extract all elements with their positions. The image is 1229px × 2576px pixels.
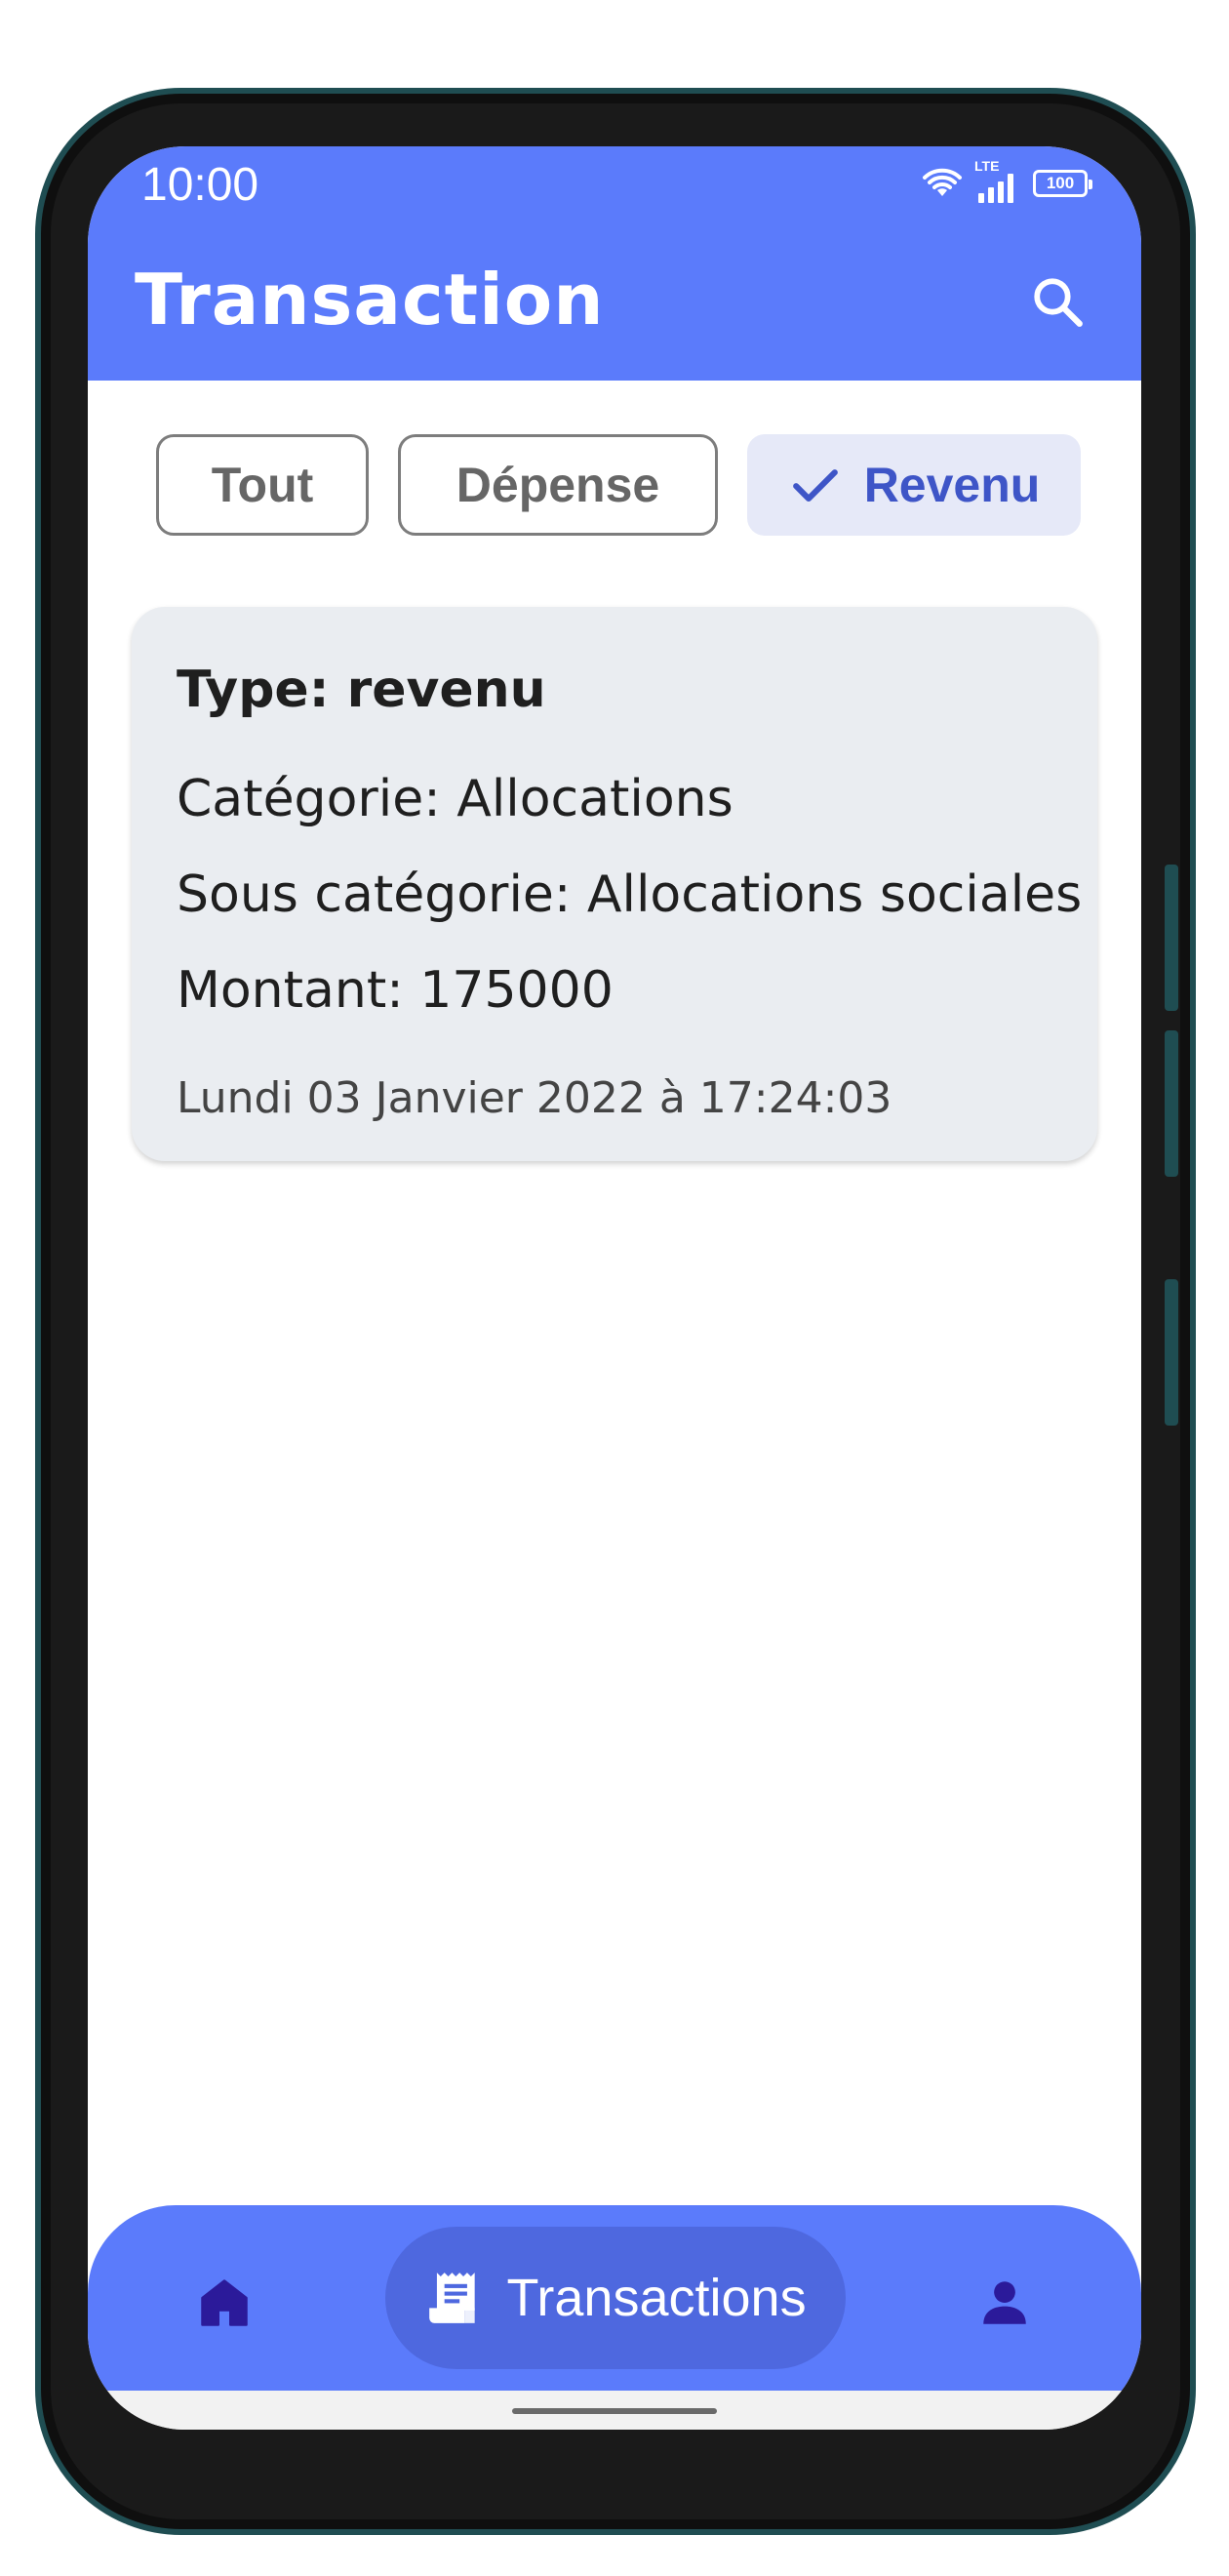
page-title: Transaction	[135, 259, 605, 341]
filter-chip-tout[interactable]: Tout	[156, 434, 369, 536]
transaction-category: Catégorie: Allocations	[177, 770, 733, 828]
home-icon	[201, 2279, 248, 2326]
search-icon	[1034, 278, 1083, 327]
transaction-amount: Montant: 175000	[177, 961, 614, 1020]
chip-label: Dépense	[456, 458, 660, 512]
volume-down-button	[1165, 1030, 1178, 1177]
nav-profile[interactable]	[961, 2259, 1049, 2347]
search-button[interactable]	[1024, 268, 1092, 337]
app-bar: 10:00 LTE 100 Transaction	[88, 146, 1141, 381]
nav-transactions-label: Transactions	[506, 2269, 807, 2327]
power-button	[1165, 1279, 1178, 1426]
network-type-label: LTE	[974, 158, 1000, 174]
chip-label: Revenu	[863, 458, 1041, 512]
check-icon	[792, 469, 838, 503]
bottom-navigation: Transactions	[88, 2205, 1141, 2391]
status-icons: LTE 100	[922, 158, 1092, 203]
wifi-icon	[923, 168, 962, 196]
chip-label: Tout	[211, 458, 314, 512]
receipt-icon	[429, 2273, 476, 2323]
home-indicator[interactable]	[512, 2408, 717, 2414]
cellular-signal-icon: LTE	[974, 158, 1021, 203]
transaction-date: Lundi 03 Janvier 2022 à 17:24:03	[177, 1073, 892, 1123]
filter-chip-depense[interactable]: Dépense	[398, 434, 718, 536]
nav-home[interactable]	[180, 2259, 268, 2347]
filter-chip-revenu[interactable]: Revenu	[747, 434, 1081, 536]
transaction-type: Type: revenu	[177, 661, 546, 719]
nav-transactions[interactable]: Transactions	[385, 2227, 846, 2369]
transaction-card[interactable]: Type: revenu Catégorie: Allocations Sous…	[132, 607, 1097, 1161]
person-icon	[983, 2281, 1026, 2324]
battery-level: 100	[1046, 174, 1075, 192]
status-time: 10:00	[141, 159, 259, 211]
transaction-subcategory: Sous catégorie: Allocations sociales	[177, 865, 1083, 924]
filter-chips: Tout Dépense Revenu	[156, 434, 1081, 536]
screen: 10:00 LTE 100 Transaction Tout Dépense R…	[88, 146, 1141, 2430]
battery-icon: 100	[1033, 170, 1092, 197]
volume-up-button	[1165, 865, 1178, 1011]
